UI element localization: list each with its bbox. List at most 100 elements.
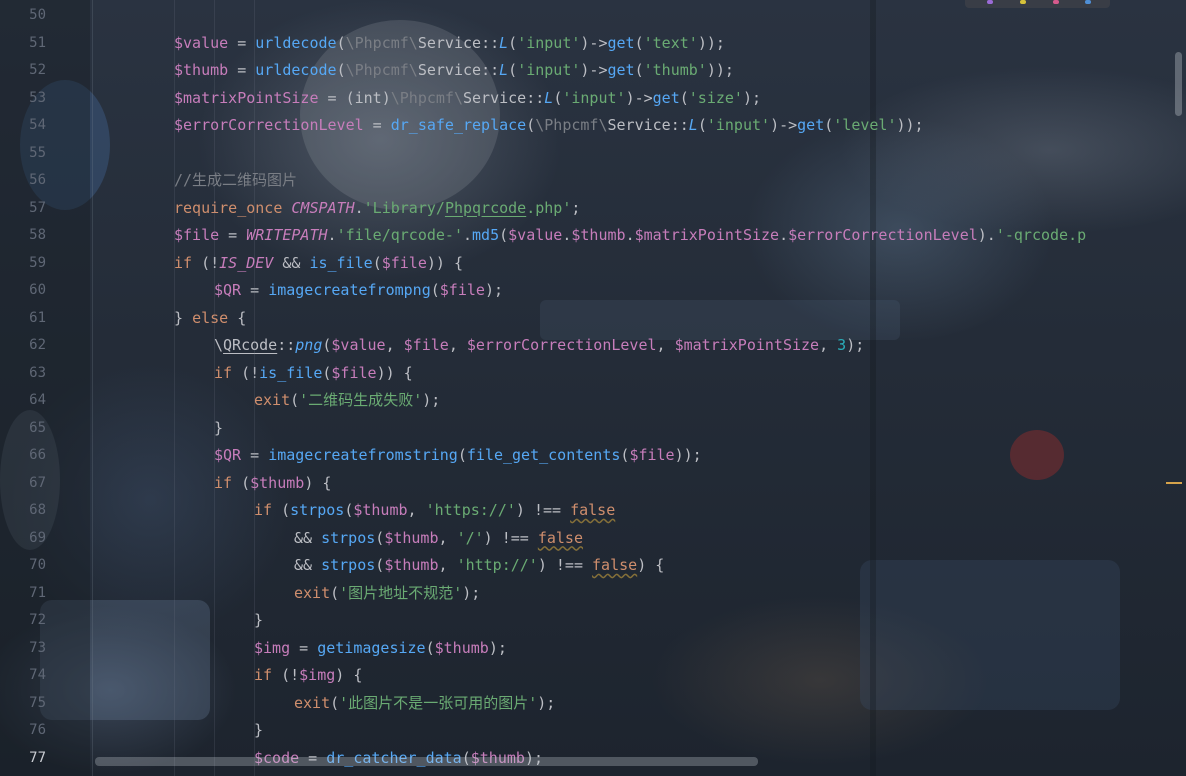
code-token: )) { bbox=[426, 253, 463, 272]
code-token: get bbox=[652, 88, 680, 107]
code-line[interactable]: $errorCorrectionLevel = dr_safe_replace(… bbox=[174, 112, 924, 140]
code-token: :: bbox=[670, 116, 689, 134]
vertical-scroll-thumb[interactable] bbox=[1175, 52, 1182, 116]
horizontal-scroll-thumb[interactable] bbox=[95, 757, 758, 766]
code-line[interactable]: exit('二维码生成失败'); bbox=[254, 387, 440, 415]
code-token: ( bbox=[457, 446, 467, 464]
code-line[interactable]: $value = urldecode(\Phpcmf\Service::L('i… bbox=[174, 30, 725, 58]
code-token: getimagesize bbox=[317, 638, 426, 657]
code-token: get bbox=[607, 61, 635, 79]
code-token: 'thumb' bbox=[643, 61, 707, 79]
code-token: $file bbox=[174, 226, 220, 244]
code-token: Service bbox=[607, 116, 671, 134]
code-token: exit bbox=[294, 583, 331, 602]
code-token: L bbox=[499, 33, 509, 52]
code-token: IS_DEV bbox=[219, 253, 274, 272]
code-token: , bbox=[438, 556, 457, 574]
code-token: = (int) bbox=[318, 88, 391, 107]
code-token: ( bbox=[824, 116, 834, 134]
code-token: )-> bbox=[625, 88, 653, 107]
code-token: is_file bbox=[309, 253, 373, 272]
code-token: 'input' bbox=[517, 61, 581, 79]
code-line[interactable]: $img = getimagesize($thumb); bbox=[254, 635, 507, 663]
code-token: L bbox=[688, 116, 698, 134]
code-line[interactable]: $QR = imagecreatefromstring(file_get_con… bbox=[214, 442, 702, 470]
code-token: exit bbox=[254, 391, 291, 409]
code-token: { bbox=[228, 308, 247, 327]
code-line[interactable]: $file = WRITEPATH.'file/qrcode-'.md5($va… bbox=[174, 222, 1086, 250]
code-line[interactable]: && strpos($thumb, '/') !== false bbox=[294, 525, 583, 553]
code-token: ( bbox=[425, 638, 435, 657]
code-editor[interactable]: $value = urldecode(\Phpcmf\Service::L('i… bbox=[0, 0, 1186, 776]
code-token: $QR bbox=[214, 281, 242, 299]
code-line[interactable]: $QR = imagecreatefrompng($file); bbox=[214, 277, 503, 305]
code-line[interactable]: require_once CMSPATH.'Library/Phpqrcode.… bbox=[174, 195, 580, 223]
code-token: Service bbox=[417, 61, 482, 79]
code-token: ( bbox=[372, 253, 382, 272]
code-token: } bbox=[254, 611, 264, 629]
code-token: if bbox=[254, 501, 282, 519]
code-token: ) { bbox=[335, 666, 363, 684]
code-token: strpos bbox=[321, 528, 376, 547]
code-line[interactable]: } else { bbox=[174, 305, 246, 333]
code-token: ( bbox=[553, 88, 563, 107]
code-token: . bbox=[463, 226, 473, 244]
code-token: $file bbox=[629, 446, 675, 464]
code-line[interactable]: && strpos($thumb, 'http://') !== false) … bbox=[294, 552, 664, 580]
code-token: )); bbox=[697, 33, 725, 52]
code-token: false bbox=[570, 501, 616, 519]
code-token: CMSPATH bbox=[291, 198, 355, 217]
code-line[interactable]: if ($thumb) { bbox=[214, 470, 331, 498]
code-line[interactable]: if (strpos($thumb, 'https://') !== false bbox=[254, 497, 615, 525]
code-line[interactable]: exit('此图片不是一张可用的图片'); bbox=[294, 690, 555, 718]
code-token: , bbox=[656, 336, 675, 354]
code-token: ) !== bbox=[515, 501, 571, 519]
code-line[interactable]: //生成二维码图片 bbox=[174, 167, 297, 195]
code-token: ( bbox=[499, 226, 509, 244]
code-token: ); bbox=[537, 693, 556, 712]
code-token: ); bbox=[488, 638, 507, 657]
code-token: false bbox=[537, 528, 583, 547]
code-token: ( bbox=[241, 473, 251, 492]
code-line[interactable]: } bbox=[254, 717, 263, 745]
code-token: \Phpcmf\ bbox=[345, 33, 418, 52]
code-token: ); bbox=[484, 281, 503, 299]
code-line[interactable]: } bbox=[254, 607, 263, 635]
code-token: if bbox=[174, 253, 202, 272]
code-token: $value bbox=[174, 33, 229, 52]
code-token: if bbox=[254, 666, 282, 684]
code-token: ); bbox=[462, 583, 481, 602]
code-line[interactable]: if (!$img) { bbox=[254, 662, 362, 690]
code-token: )-> bbox=[770, 116, 798, 134]
vertical-scrollbar[interactable] bbox=[1166, 0, 1186, 776]
code-token: (! bbox=[281, 666, 300, 684]
code-token: , bbox=[385, 336, 404, 354]
code-line[interactable]: } bbox=[214, 415, 223, 443]
code-token: \Phpcmf\ bbox=[345, 61, 418, 79]
code-token: ( bbox=[508, 33, 518, 52]
code-token: ( bbox=[634, 33, 644, 52]
code-line[interactable]: exit('图片地址不规范'); bbox=[294, 580, 480, 608]
code-line[interactable]: \QRcode::png($value, $file, $errorCorrec… bbox=[214, 332, 864, 360]
code-token: . bbox=[625, 226, 635, 244]
warning-marker[interactable] bbox=[1166, 482, 1182, 484]
code-token: ) !== bbox=[537, 556, 593, 574]
code-line[interactable]: $thumb = urldecode(\Phpcmf\Service::L('i… bbox=[174, 57, 734, 85]
code-token: 'input' bbox=[517, 33, 581, 52]
code-token: 'level' bbox=[833, 116, 897, 134]
code-token: 'file/qrcode-' bbox=[336, 226, 463, 244]
code-token: $value bbox=[508, 226, 563, 244]
code-token: ( bbox=[634, 61, 644, 79]
code-token: ); bbox=[742, 88, 762, 107]
code-line[interactable]: if (!is_file($file)) { bbox=[214, 360, 413, 388]
code-line[interactable]: $matrixPointSize = (int)\Phpcmf\Service:… bbox=[174, 85, 761, 113]
code-token: = bbox=[219, 226, 247, 244]
code-token: ( bbox=[508, 61, 518, 79]
code-line[interactable]: if (!IS_DEV && is_file($file)) { bbox=[174, 250, 463, 278]
code-token: $thumb bbox=[434, 638, 489, 657]
code-token: && bbox=[273, 253, 310, 272]
code-token: . bbox=[354, 198, 364, 217]
code-token: require_once bbox=[174, 198, 292, 217]
code-token: get bbox=[607, 33, 635, 52]
code-token: (! bbox=[241, 363, 260, 382]
